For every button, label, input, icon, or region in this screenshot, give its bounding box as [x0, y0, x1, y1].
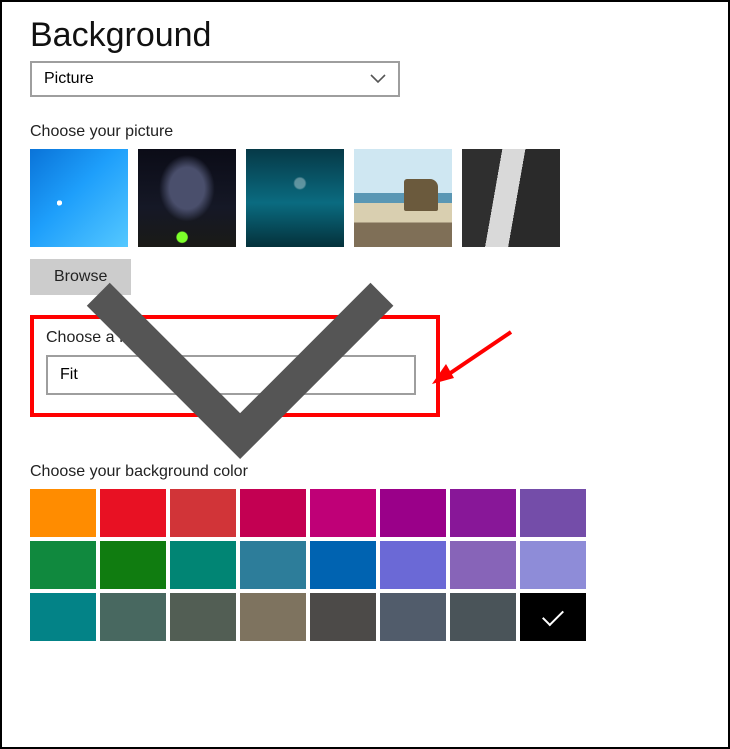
- picture-thumb[interactable]: [354, 149, 452, 247]
- color-swatch[interactable]: [100, 541, 166, 589]
- chevron-down-icon: [370, 74, 386, 84]
- color-swatch[interactable]: [30, 541, 96, 589]
- background-type-dropdown[interactable]: Picture: [30, 61, 400, 97]
- color-swatch[interactable]: [520, 541, 586, 589]
- choose-picture-label: Choose your picture: [30, 123, 700, 141]
- color-swatch[interactable]: [310, 593, 376, 641]
- color-swatch[interactable]: [240, 541, 306, 589]
- fit-value: Fit: [60, 366, 78, 384]
- page-title: Background: [30, 16, 700, 55]
- picture-thumb[interactable]: [30, 149, 128, 247]
- color-swatch[interactable]: [450, 489, 516, 537]
- color-swatch[interactable]: [240, 593, 306, 641]
- picture-thumb[interactable]: [462, 149, 560, 247]
- color-swatch[interactable]: [450, 593, 516, 641]
- color-swatch[interactable]: [520, 489, 586, 537]
- color-swatch[interactable]: [30, 593, 96, 641]
- color-swatch[interactable]: [380, 489, 446, 537]
- color-swatch[interactable]: [170, 593, 236, 641]
- picture-thumb[interactable]: [246, 149, 344, 247]
- fit-highlight-annotation: Choose a fit Fit: [30, 315, 440, 417]
- picture-thumb[interactable]: [138, 149, 236, 247]
- color-swatch[interactable]: [450, 541, 516, 589]
- background-type-value: Picture: [44, 70, 94, 88]
- color-swatch[interactable]: [30, 489, 96, 537]
- picture-thumbnails: [30, 149, 700, 247]
- color-swatch[interactable]: [170, 541, 236, 589]
- chevron-down-icon: [78, 274, 402, 477]
- color-swatch[interactable]: [520, 593, 586, 641]
- color-swatch[interactable]: [240, 489, 306, 537]
- color-swatch[interactable]: [380, 541, 446, 589]
- color-swatch[interactable]: [100, 489, 166, 537]
- color-grid: [30, 489, 700, 641]
- color-swatch[interactable]: [310, 541, 376, 589]
- color-swatch[interactable]: [170, 489, 236, 537]
- color-swatch[interactable]: [100, 593, 166, 641]
- fit-dropdown[interactable]: Fit: [46, 355, 416, 395]
- color-swatch[interactable]: [310, 489, 376, 537]
- color-swatch[interactable]: [380, 593, 446, 641]
